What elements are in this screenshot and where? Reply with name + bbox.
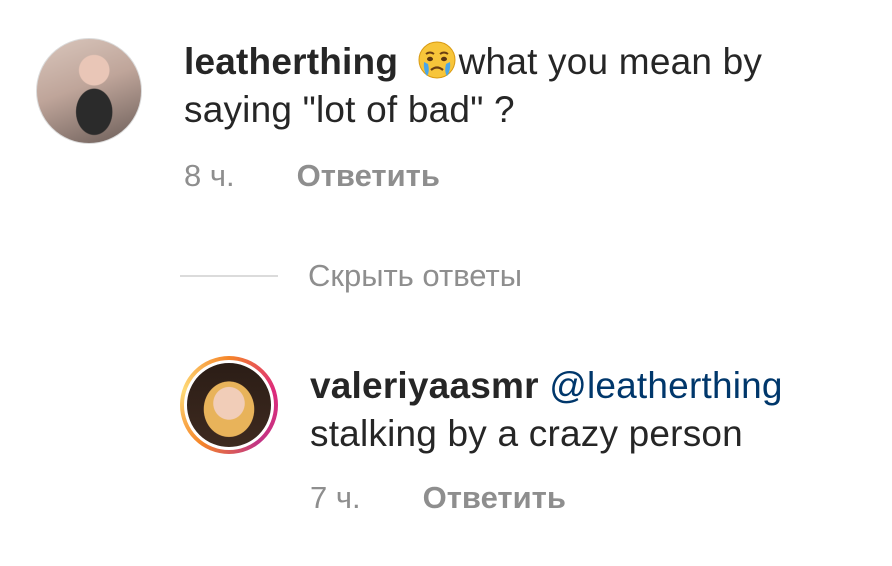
comment-2: valeriyaasmr @leatherthing stalking by a… [180,356,870,516]
comment-1-username[interactable]: leatherthing [184,41,398,82]
comment-1-meta: 8 ч. Ответить [184,158,824,194]
comment-1-time: 8 ч. [184,158,235,193]
comment-2-username[interactable]: valeriyaasmr [310,365,539,406]
comment-1: leatherthing what you mean by saying "lo… [36,38,824,194]
avatar-valeriyaasmr[interactable] [180,356,278,454]
comment-2-meta: 7 ч. Ответить [310,480,870,516]
comment-2-reply-button[interactable]: Ответить [423,480,566,516]
hide-replies-label: Скрыть ответы [308,258,523,293]
comment-1-text: leatherthing what you mean by saying "lo… [184,38,824,134]
comment-2-text: valeriyaasmr @leatherthing stalking by a… [310,362,870,458]
hide-replies-toggle[interactable]: Скрыть ответы [180,258,522,294]
comment-2-mention[interactable]: @leatherthing [549,365,783,406]
crying-face-icon [418,41,456,79]
comment-2-time: 7 ч. [310,480,361,515]
comment-2-message: stalking by a crazy person [310,413,743,454]
avatar-leatherthing[interactable] [36,38,142,144]
comment-2-body: valeriyaasmr @leatherthing stalking by a… [310,356,870,516]
comment-1-body: leatherthing what you mean by saying "lo… [184,38,824,194]
replies-divider [180,275,278,277]
avatar-image [184,360,274,450]
comment-1-reply-button[interactable]: Ответить [297,158,440,194]
